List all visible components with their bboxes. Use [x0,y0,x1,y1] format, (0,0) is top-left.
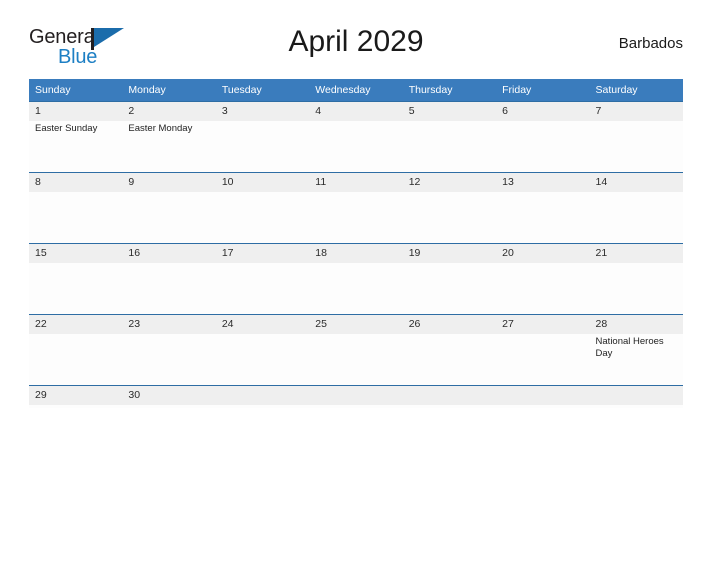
calendar-day-cell[interactable]: 16 [122,243,216,315]
calendar-day-cell[interactable] [589,385,683,408]
calendar-day-cell[interactable]: 7 [589,101,683,173]
event-label: Easter Sunday [35,123,98,134]
day-number: 3 [215,102,310,121]
day-number [215,386,310,405]
day-number: 14 [589,173,683,192]
day-events: Easter Monday [122,121,215,135]
day-number: 22 [29,315,123,334]
day-number [309,386,403,405]
day-number: 26 [402,315,497,334]
calendar-day-cell[interactable]: 25 [309,314,403,386]
calendar-day-cell[interactable]: 13 [496,172,590,244]
day-number: 17 [215,244,310,263]
day-number [589,386,683,405]
day-number [402,386,497,405]
calendar-day-cell[interactable]: 1 Easter Sunday [29,101,123,173]
calendar-week-row: 1 Easter Sunday 2 Easter Monday 3 4 5 6 7 [29,101,683,173]
day-number: 12 [402,173,497,192]
day-number: 6 [496,102,590,121]
day-number: 9 [122,173,216,192]
calendar-day-cell[interactable]: 10 [215,172,310,244]
country-label: Barbados [618,35,683,52]
calendar-day-cell[interactable]: 15 [29,243,123,315]
day-number: 18 [309,244,403,263]
calendar-day-cell[interactable]: 14 [589,172,683,244]
calendar-week-row: 8 9 10 11 12 13 14 [29,172,683,244]
weekday-header-tuesday: Tuesday [215,79,310,102]
calendar-day-cell[interactable]: 27 [496,314,590,386]
calendar-body: 1 Easter Sunday 2 Easter Monday 3 4 5 6 7 8 9 10 11 1… [29,101,683,408]
calendar-day-cell[interactable]: 30 [122,385,216,408]
calendar-day-cell[interactable]: 22 [29,314,123,386]
day-number: 27 [496,315,590,334]
day-number: 11 [309,173,403,192]
day-number: 19 [402,244,497,263]
day-number: 2 [122,102,216,121]
event-label: Easter Monday [128,123,193,134]
calendar-day-cell[interactable]: 23 [122,314,216,386]
calendar-day-cell[interactable]: 19 [402,243,497,315]
day-number: 20 [496,244,590,263]
calendar-day-cell[interactable]: 29 [29,385,123,408]
calendar-day-cell[interactable] [496,385,590,408]
calendar-day-cell[interactable]: 18 [309,243,403,315]
day-number: 25 [309,315,403,334]
day-events: National Heroes Day [590,334,683,359]
calendar-day-cell[interactable]: 26 [402,314,497,386]
calendar-day-cell[interactable] [309,385,403,408]
day-number: 5 [402,102,497,121]
day-number: 13 [496,173,590,192]
calendar-week-row: 22 23 24 25 26 27 28 National Heroes Day [29,314,683,386]
day-number: 4 [309,102,403,121]
calendar-day-cell[interactable]: 5 [402,101,497,173]
day-number: 21 [589,244,683,263]
calendar-day-cell[interactable]: 8 [29,172,123,244]
calendar-week-row: 29 30 [29,385,683,408]
day-number [496,386,590,405]
day-number: 16 [122,244,216,263]
calendar-day-cell[interactable]: 12 [402,172,497,244]
calendar-day-cell[interactable]: 9 [122,172,216,244]
calendar-day-cell[interactable]: 28 National Heroes Day [589,314,683,386]
calendar-day-cell[interactable]: 11 [309,172,403,244]
weekday-header-row: Sunday Monday Tuesday Wednesday Thursday… [29,79,683,102]
calendar-day-cell[interactable]: 20 [496,243,590,315]
calendar-container: Sunday Monday Tuesday Wednesday Thursday… [29,79,683,408]
calendar-page: General Blue April 2029 Barbados Sunday … [0,22,712,572]
day-number: 23 [122,315,216,334]
calendar-day-cell[interactable] [402,385,497,408]
calendar-day-cell[interactable]: 2 Easter Monday [122,101,216,173]
calendar-day-cell[interactable]: 3 [215,101,310,173]
weekday-header-wednesday: Wednesday [309,79,403,102]
calendar-week-row: 15 16 17 18 19 20 21 [29,243,683,315]
day-events: Easter Sunday [29,121,122,135]
weekday-header-thursday: Thursday [402,79,497,102]
day-number: 28 [589,315,683,334]
day-number: 29 [29,386,123,405]
weekday-header-saturday: Saturday [589,79,683,102]
calendar-day-cell[interactable]: 21 [589,243,683,315]
weekday-header-monday: Monday [122,79,216,102]
calendar-day-cell[interactable]: 6 [496,101,590,173]
day-number: 7 [589,102,683,121]
day-number: 30 [122,386,216,405]
day-number: 8 [29,173,123,192]
calendar-head: Sunday Monday Tuesday Wednesday Thursday… [29,79,683,102]
calendar-day-cell[interactable]: 4 [309,101,403,173]
calendar-day-cell[interactable]: 17 [215,243,310,315]
day-number: 24 [215,315,310,334]
event-label: National Heroes Day [595,336,664,359]
page-title: April 2029 [288,25,424,58]
weekday-header-sunday: Sunday [29,79,123,102]
page-header: General Blue April 2029 Barbados [29,22,683,78]
weekday-header-friday: Friday [496,79,590,102]
day-number: 15 [29,244,123,263]
day-number: 10 [215,173,310,192]
calendar-day-cell[interactable]: 24 [215,314,310,386]
calendar-day-cell[interactable] [215,385,310,408]
calendar-table: Sunday Monday Tuesday Wednesday Thursday… [29,79,683,408]
day-number: 1 [29,102,123,121]
